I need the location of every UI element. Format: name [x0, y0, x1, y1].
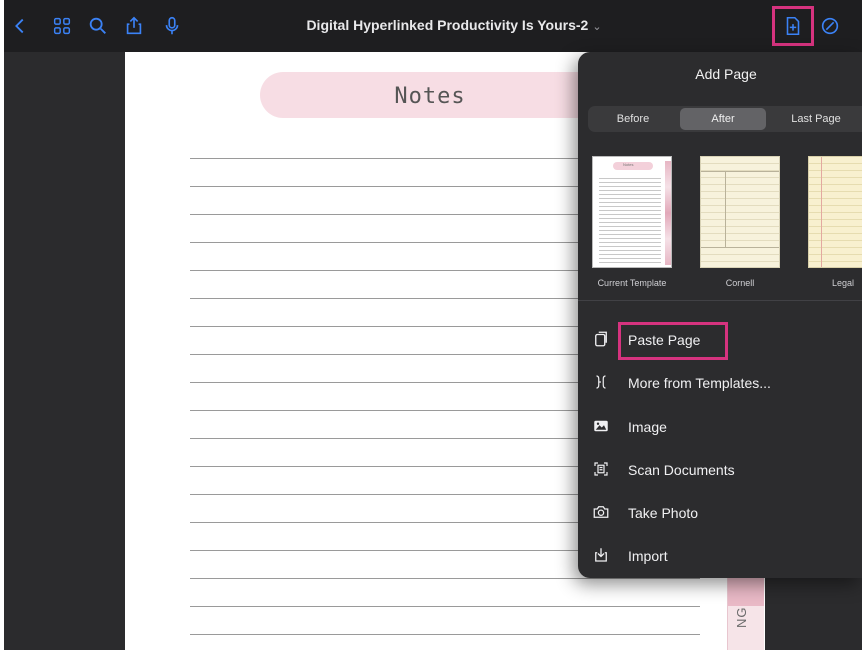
camera-icon [590, 501, 612, 523]
popover-separator [578, 300, 862, 301]
document-title-text: Digital Hyperlinked Productivity Is Your… [306, 17, 589, 33]
template-label: Legal [832, 278, 855, 288]
add-page-popover: Add Page Before After Last Page Notes Cu… [578, 52, 862, 578]
side-tab[interactable]: NG [727, 572, 764, 650]
templates-icon [590, 371, 612, 393]
take-photo-label: Take Photo [628, 505, 699, 521]
document-title[interactable]: Digital Hyperlinked Productivity Is Your… [254, 17, 654, 33]
title-chevron-down-icon: ⌄ [592, 21, 602, 33]
template-legal[interactable]: Legal [808, 156, 862, 288]
search-icon[interactable] [86, 14, 110, 38]
ruled-line [190, 634, 700, 635]
take-photo-item[interactable]: Take Photo [578, 493, 862, 533]
thumbnail-mini-title: Notes [623, 162, 634, 167]
image-label: Image [628, 419, 667, 435]
legal-template-thumbnail [808, 156, 862, 268]
segment-after[interactable]: After [680, 108, 766, 130]
notes-title: Notes [394, 84, 466, 109]
ruled-line [190, 578, 700, 579]
template-current[interactable]: Notes Current Template [592, 156, 672, 288]
paste-icon [590, 328, 612, 350]
scan-icon [590, 458, 612, 480]
insert-position-segmented-control: Before After Last Page [588, 106, 862, 132]
popover-title: Add Page [695, 66, 757, 82]
segment-last-page[interactable]: Last Page [770, 108, 862, 130]
add-page-highlight [772, 6, 814, 46]
current-template-thumbnail: Notes [592, 156, 672, 268]
template-cornell[interactable]: Cornell [700, 156, 780, 288]
back-chevron-icon[interactable] [8, 14, 32, 38]
image-item[interactable]: Image [578, 407, 862, 447]
cornell-template-thumbnail [700, 156, 780, 268]
microphone-icon[interactable] [160, 14, 184, 38]
ruled-line [190, 606, 700, 607]
template-label: Current Template [597, 278, 667, 288]
lasso-circle-icon[interactable] [818, 14, 842, 38]
scan-documents-item[interactable]: Scan Documents [578, 450, 862, 490]
import-item[interactable]: Import [578, 536, 862, 576]
segment-before[interactable]: Before [590, 108, 676, 130]
app-window: Digital Hyperlinked Productivity Is Your… [4, 0, 862, 650]
import-label: Import [628, 548, 668, 564]
more-from-templates-item[interactable]: More from Templates... [578, 363, 862, 403]
scan-documents-label: Scan Documents [628, 462, 735, 478]
paste-page-highlight [618, 322, 728, 360]
grid-icon[interactable] [50, 14, 74, 38]
share-icon[interactable] [122, 14, 146, 38]
more-from-templates-label: More from Templates... [628, 375, 771, 391]
image-icon [590, 415, 612, 437]
side-tab-label: NG [734, 606, 749, 629]
import-icon [590, 544, 612, 566]
template-label: Cornell [725, 278, 755, 288]
top-toolbar: Digital Hyperlinked Productivity Is Your… [4, 0, 862, 52]
